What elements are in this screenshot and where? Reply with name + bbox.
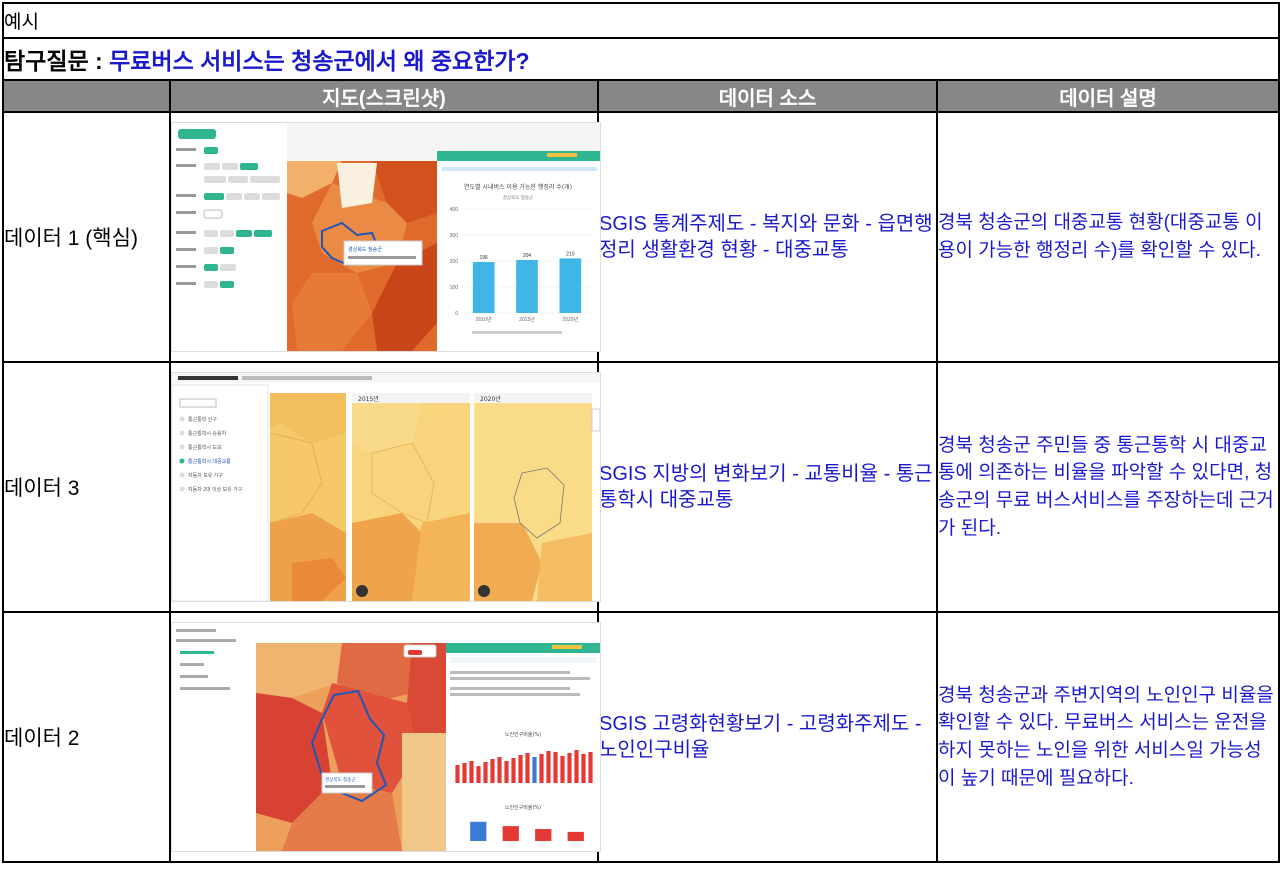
data-label: 204 bbox=[523, 253, 532, 259]
list-item[interactable]: 통근통학시 승용차 bbox=[188, 430, 227, 437]
screenshot-aging-map: 경상북도 청송군 노인인구비율(%) 노인인구비율(%) bbox=[171, 622, 601, 852]
question-row: 탐구질문 : 무료버스 서비스는 청송군에서 왜 중요한가? bbox=[1, 37, 1280, 81]
list-item[interactable]: 자동차 보유 가구 bbox=[188, 472, 223, 479]
list-bullet bbox=[179, 486, 185, 492]
data-label: 210 bbox=[566, 251, 575, 257]
aging-chart-title: 노인인구비율(%) bbox=[505, 731, 541, 738]
list-bullet bbox=[179, 444, 185, 450]
list-item[interactable]: 자동차 2대 이상 보유 가구 bbox=[188, 486, 243, 493]
bar bbox=[497, 757, 502, 783]
bar bbox=[574, 750, 579, 783]
bar bbox=[511, 758, 516, 783]
aging-chart2-title: 노인인구비율(%) bbox=[505, 804, 541, 811]
row-description: 경북 청송군의 대중교통 현황(대중교통 이용이 가능한 행정리 수)를 확인할… bbox=[935, 111, 1280, 363]
bar bbox=[546, 751, 551, 783]
row-label: 데이터 2 bbox=[2, 611, 171, 863]
bar bbox=[553, 752, 558, 783]
list-item[interactable]: 통근통학시 도보 bbox=[188, 444, 222, 451]
bar bbox=[539, 754, 544, 783]
map-illustration-1: 경상북도 청송군 연도별 시내버스 이용 가능한 행정리 수(개) 경상북도 청… bbox=[172, 123, 600, 351]
bar bbox=[559, 258, 582, 313]
bar bbox=[455, 765, 460, 783]
bar bbox=[516, 259, 538, 313]
bar bbox=[462, 763, 467, 783]
screenshot-commute-map: 통근통학 인구통근통학시 승용차통근통학시 도보통근통학시 대중교통자동차 보유… bbox=[171, 372, 601, 602]
panel-year-2020: 2020년 bbox=[480, 395, 501, 403]
question-text: 무료버스 서비스는 청송군에서 왜 중요한가? bbox=[109, 48, 530, 74]
bar bbox=[490, 759, 495, 783]
bar bbox=[567, 831, 584, 841]
bar bbox=[483, 762, 488, 783]
y-tick-label: 400 bbox=[450, 207, 459, 213]
header-blank bbox=[2, 79, 171, 113]
map-illustration-2: 경상북도 청송군 노인인구비율(%) 노인인구비율(%) bbox=[172, 623, 600, 851]
row-description: 경북 청송군 주민들 중 통근통학 시 대중교통에 의존하는 비율을 파악할 수… bbox=[935, 361, 1280, 613]
question-prefix: 탐구질문 : bbox=[4, 48, 110, 74]
map-illustration-3: 통근통학 인구통근통학시 승용차통근통학시 도보통근통학시 대중교통자동차 보유… bbox=[172, 373, 600, 601]
panel-year-2015: 2015년 bbox=[358, 395, 379, 403]
bar bbox=[476, 766, 481, 783]
bar bbox=[470, 821, 487, 841]
header-map: 지도(스크린샷) bbox=[169, 79, 599, 113]
list-bullet bbox=[179, 416, 185, 422]
header-source: 데이터 소스 bbox=[597, 79, 938, 113]
bar bbox=[560, 756, 565, 783]
screenshot-transport-map: 경상북도 청송군 연도별 시내버스 이용 가능한 행정리 수(개) 경상북도 청… bbox=[171, 122, 601, 352]
bar bbox=[472, 262, 495, 313]
row-label: 데이터 1 (핵심) bbox=[2, 111, 171, 363]
list-bullet bbox=[179, 430, 185, 436]
chart-title: 연도별 시내버스 이용 가능한 행정리 수(개) bbox=[464, 183, 572, 191]
bar bbox=[588, 752, 593, 783]
chart-subtitle: 경상북도 청송군 bbox=[503, 194, 533, 201]
header-description: 데이터 설명 bbox=[935, 79, 1280, 113]
list-bullet bbox=[179, 472, 185, 478]
list-item[interactable]: 통근통학시 대중교통 bbox=[188, 458, 231, 465]
data-label: 196 bbox=[479, 255, 488, 261]
bar bbox=[581, 754, 586, 783]
bar bbox=[532, 757, 537, 783]
bar bbox=[502, 826, 519, 841]
row-label: 데이터 3 bbox=[2, 361, 171, 613]
row-source: SGIS 통계주제도 - 복지와 문화 - 읍면행정리 생활환경 현황 - 대중… bbox=[597, 111, 938, 363]
y-tick-label: 300 bbox=[450, 233, 459, 239]
bar bbox=[567, 753, 572, 783]
screenshot-cell: 통근통학 인구통근통학시 승용차통근통학시 도보통근통학시 대중교통자동차 보유… bbox=[169, 361, 601, 613]
popup-title-aging: 경상북도 청송군 bbox=[325, 776, 355, 783]
example-label: 예시 bbox=[1, 2, 1280, 39]
bar bbox=[518, 755, 523, 783]
y-tick-label: 0 bbox=[455, 311, 458, 317]
bar bbox=[504, 761, 509, 783]
bar bbox=[525, 753, 530, 783]
x-tick-label: 2015년 bbox=[519, 316, 535, 323]
y-tick-label: 200 bbox=[450, 259, 459, 265]
y-tick-label: 100 bbox=[450, 285, 459, 291]
popup-title: 경상북도 청송군 bbox=[348, 246, 382, 253]
screenshot-cell: 경상북도 청송군 노인인구비율(%) 노인인구비율(%) bbox=[169, 611, 601, 863]
x-tick-label: 2010년 bbox=[476, 316, 492, 323]
row-source: SGIS 고령화현황보기 - 고령화주제도 - 노인인구비율 bbox=[597, 611, 938, 863]
x-tick-label: 2020년 bbox=[562, 316, 578, 323]
bar bbox=[535, 829, 552, 841]
row-source: SGIS 지방의 변화보기 - 교통비율 - 통근통학시 대중교통 bbox=[597, 361, 938, 613]
list-item[interactable]: 통근통학 인구 bbox=[188, 416, 217, 423]
bar bbox=[469, 761, 474, 783]
screenshot-cell: 경상북도 청송군 연도별 시내버스 이용 가능한 행정리 수(개) 경상북도 청… bbox=[169, 111, 601, 363]
row-description: 경북 청송군과 주변지역의 노인인구 비율을 확인할 수 있다. 무료버스 서비… bbox=[935, 611, 1280, 863]
list-bullet bbox=[179, 458, 185, 464]
